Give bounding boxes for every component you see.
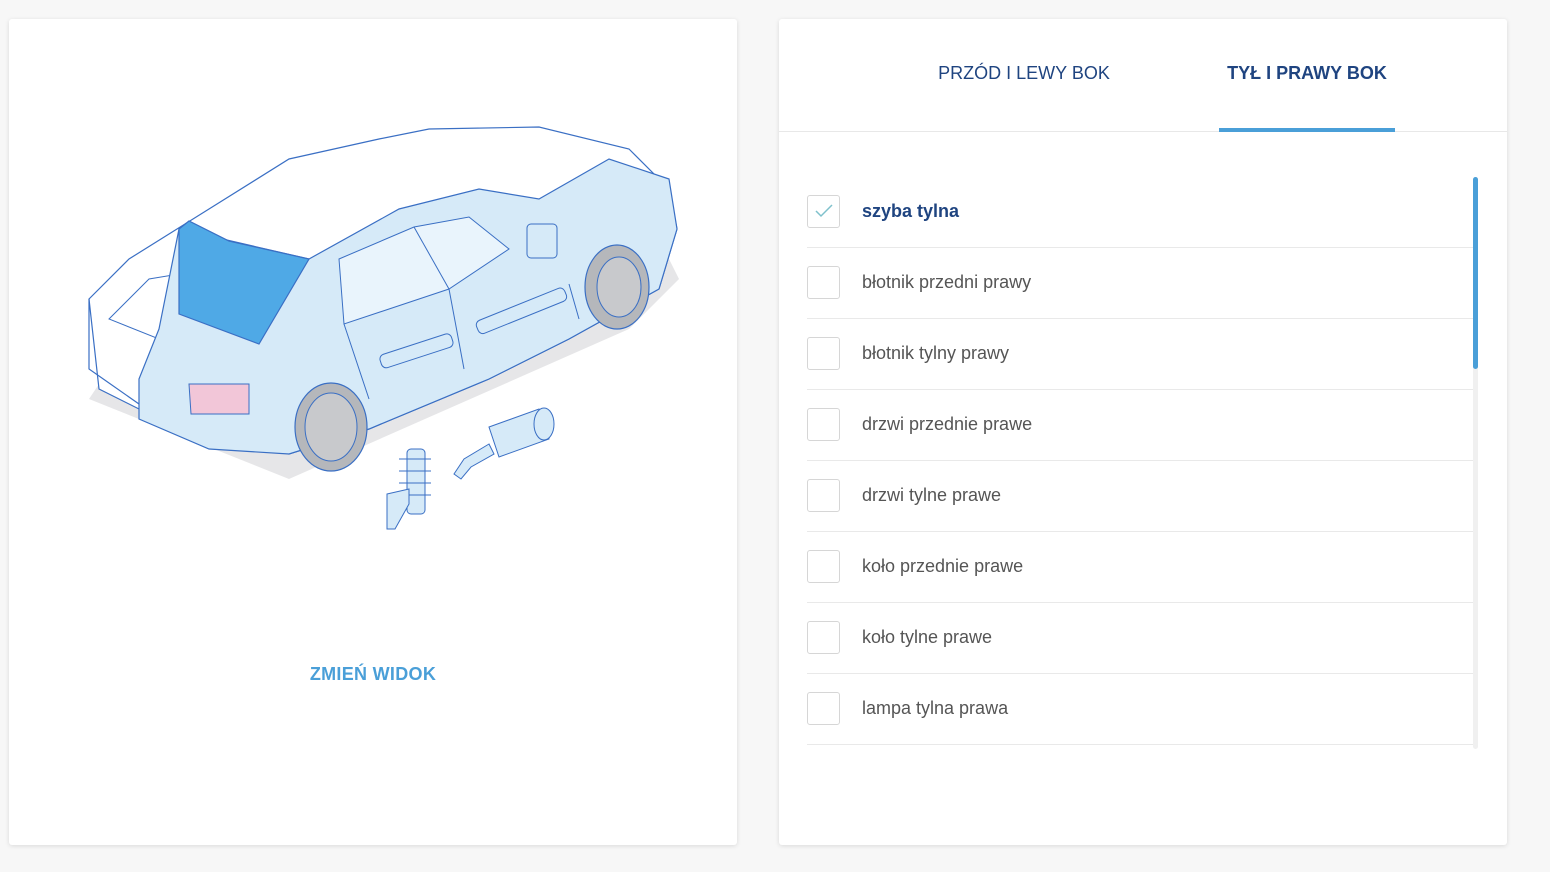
parts-selection-panel: PRZÓD I LEWY BOK TYŁ I PRAWY BOK szyba t… [779, 19, 1507, 845]
part-label: błotnik przedni prawy [862, 272, 1032, 292]
list-item[interactable]: błotnik przedni prawy [807, 248, 1473, 319]
scrollbar-thumb[interactable] [1473, 177, 1478, 369]
checkbox[interactable] [807, 479, 840, 512]
parts-list: szyba tylna błotnik przedni prawy błotni… [807, 177, 1473, 745]
change-view-button[interactable]: ZMIEŃ WIDOK [9, 664, 737, 685]
checkbox[interactable] [807, 337, 840, 370]
list-item[interactable]: błotnik tylny prawy [807, 319, 1473, 390]
list-item[interactable]: koło tylne prawe [807, 603, 1473, 674]
check-icon [815, 204, 833, 218]
checkbox[interactable] [807, 550, 840, 583]
checkbox[interactable] [807, 692, 840, 725]
checkbox[interactable] [807, 408, 840, 441]
part-label: drzwi przednie prawe [862, 414, 1033, 434]
list-item[interactable]: szyba tylna [807, 177, 1473, 248]
view-tabs: PRZÓD I LEWY BOK TYŁ I PRAWY BOK [779, 19, 1507, 132]
list-item[interactable]: drzwi przednie prawe [807, 390, 1473, 461]
list-item[interactable]: koło przednie prawe [807, 532, 1473, 603]
part-label: koło tylne prawe [862, 627, 993, 647]
list-item[interactable]: lampa tylna prawa [807, 674, 1473, 745]
list-item[interactable]: drzwi tylne prawe [807, 461, 1473, 532]
part-label: koło przednie prawe [862, 556, 1024, 576]
part-label: lampa tylna prawa [862, 698, 1009, 718]
tab-front-left[interactable]: PRZÓD I LEWY BOK [929, 63, 1119, 84]
checkbox[interactable] [807, 266, 840, 299]
car-view-panel: ZMIEŃ WIDOK [9, 19, 737, 845]
part-label: błotnik tylny prawy [862, 343, 1010, 363]
checkbox[interactable] [807, 621, 840, 654]
tab-rear-right[interactable]: TYŁ I PRAWY BOK [1219, 63, 1395, 84]
car-illustration [88, 126, 679, 530]
active-tab-indicator [1219, 128, 1395, 132]
checkbox-checked[interactable] [807, 195, 840, 228]
scrollbar-track[interactable] [1473, 177, 1478, 749]
part-label: szyba tylna [862, 201, 960, 221]
part-label: drzwi tylne prawe [862, 485, 1002, 505]
